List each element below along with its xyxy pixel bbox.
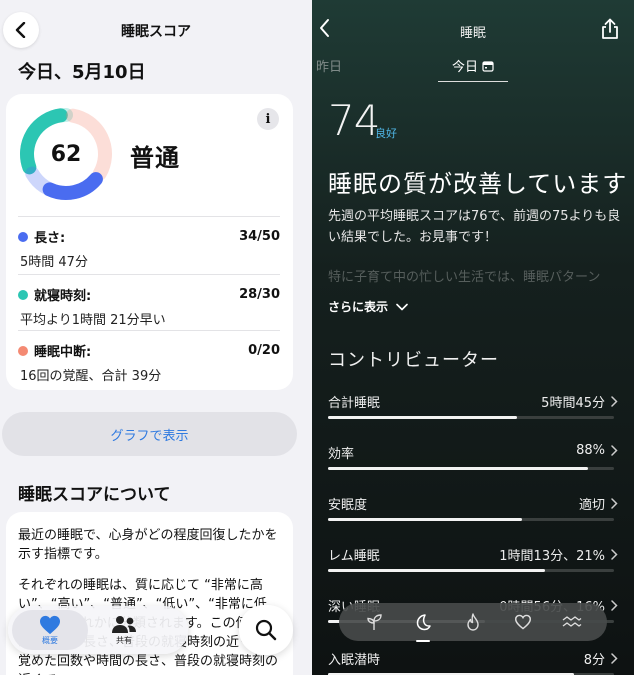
contributor-track — [328, 518, 614, 521]
contributor-track — [328, 467, 614, 470]
interruptions-dot — [18, 345, 28, 356]
tab-label: 共有 — [116, 635, 132, 645]
metric-name: 睡眠中断: — [34, 345, 92, 360]
chevron-right-icon — [611, 549, 618, 560]
description-truncated: 特に子育て中の忙しい生活では、睡眠パターン — [328, 270, 601, 285]
bottom-tab-bar: 概要 共有 — [8, 606, 188, 654]
score-card: 62 普通 i 長さ: 34/50 5時間 47分 就寝時刻: 28/30 平均より… — [6, 94, 293, 390]
heart-icon — [40, 615, 60, 634]
contributor-label: 効率 — [328, 447, 355, 462]
contributor-value: 1時間13分、21% — [499, 549, 605, 564]
search-icon — [255, 619, 277, 641]
contributor-value: 5時間45分 — [541, 396, 605, 411]
score-value: 62 — [50, 141, 82, 167]
metric-bedtime: 就寝時刻: 28/30 平均より1時間 21分早い — [18, 274, 280, 328]
flame-icon — [467, 613, 479, 631]
contributor-label: レム睡眠 — [328, 549, 380, 564]
tab-today[interactable]: 今日 — [438, 56, 508, 82]
contributor-bar — [328, 518, 523, 521]
contributor-row[interactable]: 効率 88% — [328, 443, 618, 483]
metric-detail: 平均より1時間 21分早い — [20, 313, 166, 328]
contributor-value: 8分 — [583, 653, 605, 668]
metric-value: 34/50 — [239, 229, 280, 244]
share-button[interactable] — [600, 18, 620, 44]
heart-icon — [514, 614, 531, 630]
nav-readiness[interactable] — [360, 608, 388, 636]
chevron-down-icon — [396, 303, 408, 310]
show-more-button[interactable]: さらに表示 — [328, 298, 408, 315]
moon-icon — [417, 614, 432, 631]
headline: 睡眠の質が改善しています — [328, 170, 628, 198]
contributor-row[interactable]: レム睡眠 1時間13分、21% — [328, 545, 618, 585]
about-paragraph-1: 最近の睡眠で、心身がどの程度回復したかを示す指標です。 — [18, 528, 278, 562]
contributor-bar — [328, 467, 589, 470]
tab-label: 今日 — [451, 60, 478, 75]
show-more-label: さらに表示 — [328, 300, 389, 314]
score-level: 普通 — [130, 144, 180, 172]
right-sleep-screen: 睡眠 昨日 今日 74 良好 睡眠の質が改善しています 先週の平均睡眠スコアは7… — [312, 0, 634, 675]
sleep-score-label: 良好 — [375, 127, 397, 140]
share-icon — [602, 18, 618, 39]
contributor-row[interactable]: 安眠度 適切 — [328, 494, 618, 534]
nav-sleep[interactable] — [409, 608, 437, 642]
tab-summary[interactable]: 概要 — [12, 610, 88, 650]
left-header: 睡眠スコア — [0, 12, 312, 50]
description: 先週の平均睡眠スコアは76で、前週の75よりも良い結果でした。お見事です！ — [328, 209, 621, 245]
contributor-label: 合計睡眠 — [328, 396, 381, 411]
contributor-label: 安眠度 — [328, 498, 368, 513]
bottom-nav — [339, 603, 607, 642]
left-sleep-score-screen: 睡眠スコア 今日、5月10日 62 普通 i 長さ: 34/50 5時間 47分 … — [0, 0, 312, 675]
waves-icon — [562, 616, 582, 627]
nav-stress[interactable] — [558, 608, 586, 636]
contributor-row[interactable]: 入眠潜時 8分 — [328, 649, 618, 675]
search-button[interactable] — [239, 605, 293, 655]
contributor-value: 適切 — [578, 498, 605, 513]
tab-label: 昨日 — [315, 60, 342, 75]
nav-heart[interactable] — [509, 608, 537, 636]
about-heading: 睡眠スコアについて — [18, 485, 171, 505]
bedtime-dot — [18, 289, 28, 300]
contributor-label: 入眠潜時 — [328, 653, 381, 668]
contributor-value: 88% — [576, 443, 605, 458]
page-title: 睡眠 — [459, 26, 486, 41]
metric-detail: 5時間 47分 — [20, 255, 88, 270]
metric-detail: 16回の覚醒、合計 39分 — [20, 369, 162, 384]
contributors-heading: コントリビューター — [328, 350, 499, 371]
calendar-icon — [482, 60, 494, 72]
chevron-right-icon — [611, 445, 618, 456]
metric-name: 長さ: — [34, 231, 66, 246]
duration-dot — [18, 231, 28, 242]
chevron-right-icon — [611, 600, 618, 611]
chevron-right-icon — [611, 653, 618, 664]
contributor-bar — [328, 416, 517, 419]
tab-yesterday[interactable]: 昨日 — [312, 56, 342, 75]
tab-share[interactable]: 共有 — [86, 610, 162, 650]
metric-interruptions: 睡眠中断: 0/20 16回の覚醒、合計 39分 — [18, 330, 280, 384]
people-icon — [112, 615, 136, 633]
info-icon[interactable]: i — [257, 108, 279, 130]
date-heading: 今日、5月10日 — [18, 62, 146, 83]
chevron-right-icon — [611, 396, 618, 407]
tab-label: 概要 — [42, 635, 58, 645]
chevron-right-icon — [611, 498, 618, 509]
page-title: 睡眠スコア — [121, 24, 191, 40]
metric-name: 就寝時刻: — [34, 289, 92, 304]
contributor-row[interactable]: 合計睡眠 5時間45分 — [328, 392, 618, 432]
sleep-score-value: 74 — [328, 96, 380, 145]
contributor-track — [328, 416, 614, 419]
contributor-bar — [328, 569, 546, 572]
show-graph-button[interactable]: グラフで表示 — [2, 412, 297, 456]
sprout-icon — [367, 614, 382, 630]
contributor-track — [328, 569, 614, 572]
nav-activity[interactable] — [459, 608, 487, 636]
metric-duration: 長さ: 34/50 5時間 47分 — [18, 216, 280, 270]
metric-value: 0/20 — [248, 343, 280, 358]
metric-value: 28/30 — [239, 287, 280, 302]
